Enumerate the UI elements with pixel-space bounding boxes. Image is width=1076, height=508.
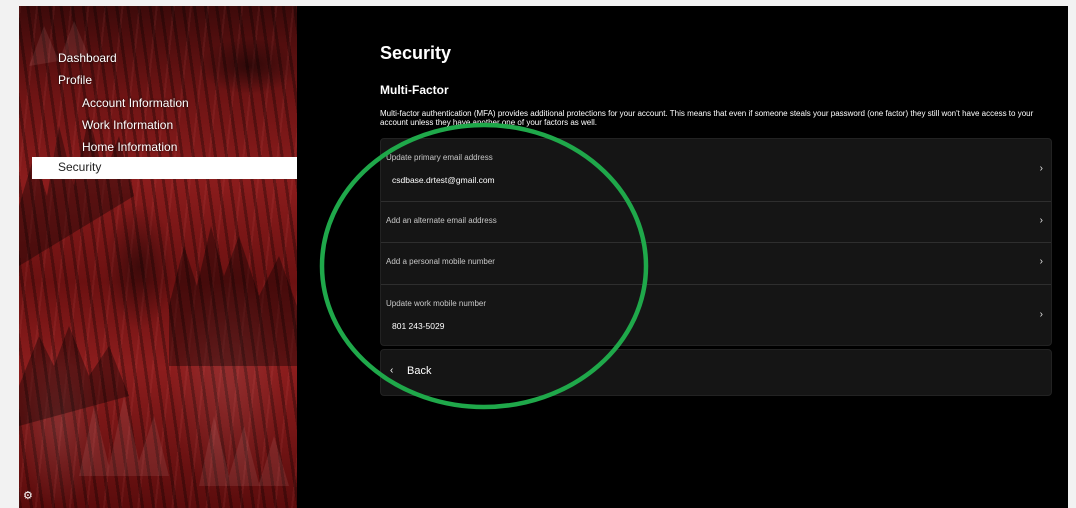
sidebar-item-account-information[interactable]: Account Information: [82, 95, 189, 111]
chevron-left-icon: ‹: [390, 365, 394, 376]
row-label: Update primary email address: [386, 153, 493, 162]
page-title: Security: [380, 43, 452, 63]
primary-email-value: csdbase.drtest@gmail.com: [392, 175, 495, 185]
mfa-description: Multi-factor authentication (MFA) provid…: [380, 109, 1034, 127]
add-alternate-email-row[interactable]: Add an alternate email address ›: [381, 202, 1051, 242]
sidebar-item-security[interactable]: Security: [32, 157, 297, 179]
update-work-mobile-row[interactable]: Update work mobile number 801 243-5029 ›: [381, 285, 1051, 345]
work-mobile-value: 801 243-5029: [392, 321, 445, 331]
chevron-right-icon: ›: [1039, 215, 1043, 226]
sidebar-item-home-information[interactable]: Home Information: [82, 139, 177, 155]
row-label: Add an alternate email address: [386, 216, 497, 225]
update-primary-email-row[interactable]: Update primary email address csdbase.drt…: [381, 139, 1051, 201]
main-content: Security Multi-Factor Multi-factor authe…: [297, 6, 1068, 508]
sidebar-item-label: Security: [58, 160, 102, 174]
chevron-right-icon: ›: [1039, 163, 1043, 174]
sidebar-item-work-information[interactable]: Work Information: [82, 117, 173, 133]
mfa-options-card: Update primary email address csdbase.drt…: [380, 138, 1052, 346]
row-label: Update work mobile number: [386, 299, 487, 308]
row-label: Add a personal mobile number: [386, 257, 495, 266]
section-title: Multi-Factor: [380, 83, 449, 97]
back-label: Back: [407, 365, 432, 377]
sidebar-item-dashboard[interactable]: Dashboard: [58, 50, 117, 66]
add-personal-mobile-row[interactable]: Add a personal mobile number ›: [381, 243, 1051, 283]
chevron-right-icon: ›: [1039, 256, 1043, 267]
chevron-right-icon: ›: [1039, 309, 1043, 320]
app-window: Dashboard Profile Account Information Wo…: [19, 6, 1068, 508]
sidebar: Dashboard Profile Account Information Wo…: [19, 6, 297, 508]
gear-icon[interactable]: ⚙: [23, 490, 35, 502]
sidebar-item-profile[interactable]: Profile: [58, 72, 92, 88]
back-button[interactable]: ‹ Back: [380, 349, 1052, 396]
